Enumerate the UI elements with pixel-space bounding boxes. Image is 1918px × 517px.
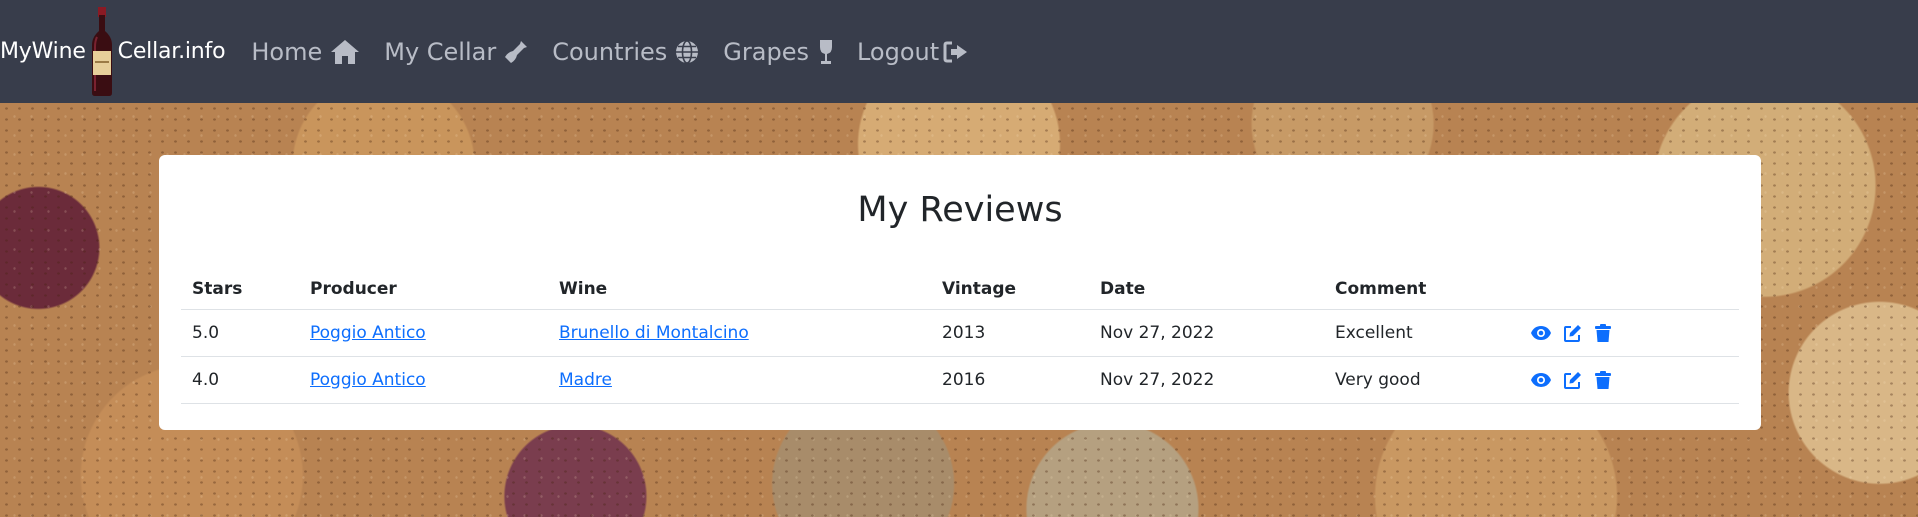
wine-link[interactable]: Madre xyxy=(559,370,612,390)
nav-home[interactable]: Home xyxy=(251,38,360,66)
home-icon xyxy=(330,39,360,65)
cell-vintage: 2016 xyxy=(931,356,1089,404)
header-stars: Stars xyxy=(181,270,299,310)
table-row: 5.0 Poggio Antico Brunello di Montalcino… xyxy=(181,309,1739,357)
header-wine: Wine xyxy=(548,270,931,310)
nav-grapes[interactable]: Grapes xyxy=(723,38,835,66)
trash-icon[interactable] xyxy=(1595,323,1611,342)
nav-logout[interactable]: Logout xyxy=(857,38,969,66)
brand-logo-link[interactable]: MyWine Cellar.info xyxy=(0,0,226,103)
brand-text-left: MyWine xyxy=(0,39,86,64)
header-producer: Producer xyxy=(299,270,548,310)
table-header-row: Stars Producer Wine Vintage Date Comment xyxy=(181,270,1739,310)
cell-stars: 5.0 xyxy=(181,309,299,357)
nav-grapes-label: Grapes xyxy=(723,37,809,66)
nav-logout-label: Logout xyxy=(856,37,940,66)
trash-icon[interactable] xyxy=(1595,370,1611,389)
producer-link[interactable]: Poggio Antico xyxy=(310,370,426,390)
nav-countries-label: Countries xyxy=(552,37,668,66)
header-actions xyxy=(1520,270,1739,310)
cell-date: Nov 27, 2022 xyxy=(1089,309,1324,357)
header-comment: Comment xyxy=(1324,270,1520,310)
edit-icon[interactable] xyxy=(1564,324,1582,342)
header-date: Date xyxy=(1089,270,1324,310)
cell-vintage: 2013 xyxy=(931,309,1089,357)
reviews-card: My Reviews Stars Producer Wine Vintage D… xyxy=(159,155,1761,430)
edit-icon[interactable] xyxy=(1564,371,1582,389)
brand-text-right: Cellar.info xyxy=(117,39,226,64)
eye-icon[interactable] xyxy=(1531,372,1551,388)
producer-link[interactable]: Poggio Antico xyxy=(310,323,426,343)
wine-link[interactable]: Brunello di Montalcino xyxy=(559,323,749,343)
header-vintage: Vintage xyxy=(931,270,1089,310)
wine-glass-icon xyxy=(817,39,835,65)
top-navbar: MyWine Cellar.info Home My Cellar Countr… xyxy=(0,0,1918,103)
cell-stars: 4.0 xyxy=(181,356,299,404)
cell-comment: Very good xyxy=(1324,356,1520,404)
globe-icon xyxy=(675,39,699,64)
bottle-icon xyxy=(504,40,528,64)
table-row: 4.0 Poggio Antico Madre 2016 Nov 27, 202… xyxy=(181,356,1739,404)
nav-my-cellar-label: My Cellar xyxy=(384,37,497,66)
cell-comment: Excellent xyxy=(1324,309,1520,357)
nav-countries[interactable]: Countries xyxy=(552,38,699,66)
nav-home-label: Home xyxy=(251,37,323,66)
logout-icon xyxy=(943,40,969,64)
nav-my-cellar[interactable]: My Cellar xyxy=(384,38,528,66)
wine-bottle-logo xyxy=(91,6,112,96)
cell-date: Nov 27, 2022 xyxy=(1089,356,1324,404)
page-title: My Reviews xyxy=(857,190,1063,230)
row-actions xyxy=(1531,323,1739,342)
row-actions xyxy=(1531,370,1739,389)
eye-icon[interactable] xyxy=(1531,325,1551,341)
reviews-table: Stars Producer Wine Vintage Date Comment… xyxy=(181,270,1739,404)
